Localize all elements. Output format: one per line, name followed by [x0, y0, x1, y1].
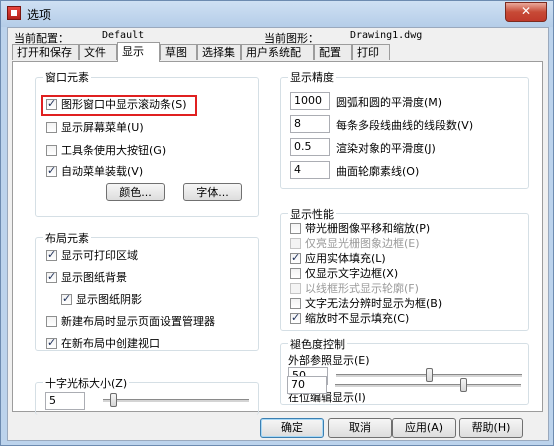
solid-fill-checkbox[interactable]: 应用实体填充(L): [290, 251, 386, 266]
text-boundary-label: 仅显示文字边框(X): [305, 267, 399, 280]
tab-user-preferences[interactable]: 用户系统配置: [241, 44, 314, 75]
page-setup-checkbox[interactable]: 新建布局时显示页面设置管理器: [46, 315, 215, 329]
tab-profiles[interactable]: 配置: [314, 44, 352, 60]
render-smoothness-input[interactable]: 0.5: [290, 138, 330, 156]
raster-pan-zoom-box: [290, 223, 301, 234]
tab-selection[interactable]: 选择集: [197, 44, 241, 60]
auto-menu-checkbox[interactable]: 自动菜单装载(V): [46, 164, 144, 179]
printable-area-label: 显示可打印区域: [61, 249, 138, 262]
paper-background-checkbox[interactable]: 显示图纸背景: [46, 270, 127, 285]
fade-control-title: 褪色度控制: [288, 336, 347, 352]
layout-elements-title: 布局元素: [43, 230, 91, 246]
fonts-button[interactable]: 字体...: [183, 183, 242, 201]
crosshair-slider-thumb[interactable]: [109, 393, 117, 407]
polyline-segments-label: 每条多段线曲线的线段数(V): [336, 119, 474, 132]
window-elements-title: 窗口元素: [43, 69, 91, 85]
paper-shadow-box: [61, 292, 72, 306]
create-viewport-box: [46, 336, 57, 350]
dialog-body: 当前配置： Default 当前图形： Drawing1.dwg 打开和保存 文…: [7, 27, 549, 441]
colors-button[interactable]: 颜色...: [106, 183, 165, 201]
xref-fade-label: 外部参照显示(E): [288, 354, 370, 367]
apply-button[interactable]: 应用(A): [392, 418, 456, 438]
close-button[interactable]: ✕: [505, 2, 547, 22]
raster-frame-label: 仅亮显光栅图象边框(E): [305, 237, 420, 250]
auto-menu-box: [46, 164, 57, 178]
ok-button[interactable]: 确定: [260, 418, 324, 438]
display-resolution-title: 显示精度: [288, 69, 336, 85]
contour-lines-label: 曲面轮廓素线(O): [336, 165, 420, 178]
screen-menu-checkbox[interactable]: 显示屏幕菜单(U): [46, 121, 144, 135]
solid-fill-box: [290, 251, 301, 265]
inplace-fade-input[interactable]: 70: [287, 376, 327, 394]
paper-shadow-label: 显示图纸阴影: [76, 293, 142, 306]
arc-smoothness-input[interactable]: 1000: [290, 92, 330, 110]
display-performance-title: 显示性能: [288, 206, 336, 222]
xref-fade-slider-thumb[interactable]: [425, 368, 433, 382]
screen-menu-box: [46, 122, 57, 133]
title-bar[interactable]: 选项 ✕: [1, 1, 553, 27]
arc-smoothness-label: 圆弧和圆的平滑度(M): [336, 96, 443, 109]
page-setup-label: 新建布局时显示页面设置管理器: [61, 315, 215, 328]
app-icon: [7, 6, 21, 20]
crosshair-size-input[interactable]: 5: [45, 392, 85, 410]
zoom-no-fill-label: 缩放时不显示填充(C): [305, 312, 410, 325]
zoom-no-fill-box: [290, 311, 301, 325]
scrollbars-label: 图形窗口中显示滚动条(S): [61, 98, 187, 111]
paper-shadow-checkbox[interactable]: 显示图纸阴影: [61, 292, 142, 307]
window-title: 选项: [27, 8, 52, 22]
polyline-segments-input[interactable]: 8: [290, 115, 330, 133]
contour-lines-input[interactable]: 4: [290, 161, 330, 179]
paper-background-box: [46, 270, 57, 284]
page-setup-box: [46, 316, 57, 327]
paper-background-label: 显示图纸背景: [61, 271, 127, 284]
tab-display[interactable]: 显示: [117, 42, 160, 62]
help-button[interactable]: 帮助(H): [459, 418, 523, 438]
crosshair-title: 十字光标大小(Z): [43, 375, 130, 391]
crosshair-slider-track[interactable]: [103, 399, 249, 403]
tab-open-save[interactable]: 打开和保存: [12, 44, 79, 60]
inplace-fade-slider-track[interactable]: [335, 384, 521, 388]
large-buttons-box: [46, 145, 57, 156]
silhouette-label: 以线框形式显示轮廓(F): [305, 282, 419, 295]
tab-files[interactable]: 文件: [79, 44, 117, 60]
current-drawing-value: Drawing1.dwg: [350, 30, 423, 41]
text-as-box-box: [290, 298, 301, 309]
solid-fill-label: 应用实体填充(L): [305, 252, 386, 265]
raster-frame-checkbox: 仅亮显光栅图象边框(E): [290, 237, 420, 251]
screen-menu-label: 显示屏幕菜单(U): [61, 121, 144, 134]
raster-pan-zoom-label: 带光栅图像平移和缩放(P): [305, 222, 431, 235]
silhouette-checkbox: 以线框形式显示轮廓(F): [290, 282, 419, 296]
text-as-box-checkbox[interactable]: 文字无法分辨时显示为框(B): [290, 297, 442, 311]
render-smoothness-label: 渲染对象的平滑度(J): [336, 142, 436, 155]
zoom-no-fill-checkbox[interactable]: 缩放时不显示填充(C): [290, 311, 410, 326]
large-buttons-label: 工具条使用大按钮(G): [61, 144, 167, 157]
create-viewport-checkbox[interactable]: 在新布局中创建视口: [46, 336, 160, 351]
current-profile-value: Default: [102, 30, 145, 41]
cancel-button[interactable]: 取消: [328, 418, 392, 438]
scrollbars-box: [46, 97, 57, 111]
text-as-box-label: 文字无法分辨时显示为框(B): [305, 297, 443, 310]
display-tab-panel: 窗口元素 图形窗口中显示滚动条(S) 显示屏幕菜单(U) 工具条使用大按钮(G)…: [12, 61, 543, 415]
printable-area-box: [46, 248, 57, 262]
silhouette-box: [290, 283, 301, 294]
tab-plot[interactable]: 打印: [352, 44, 390, 60]
auto-menu-label: 自动菜单装载(V): [61, 165, 144, 178]
options-dialog: 选项 ✕ 当前配置： Default 当前图形： Drawing1.dwg 打开…: [0, 0, 554, 446]
large-buttons-checkbox[interactable]: 工具条使用大按钮(G): [46, 144, 166, 158]
scrollbars-checkbox[interactable]: 图形窗口中显示滚动条(S): [46, 97, 187, 112]
create-viewport-label: 在新布局中创建视口: [61, 337, 160, 350]
printable-area-checkbox[interactable]: 显示可打印区域: [46, 248, 138, 263]
raster-pan-zoom-checkbox[interactable]: 带光栅图像平移和缩放(P): [290, 222, 430, 236]
tab-drafting[interactable]: 草图: [160, 44, 197, 60]
raster-frame-box: [290, 238, 301, 249]
text-boundary-checkbox[interactable]: 仅显示文字边框(X): [290, 267, 398, 281]
text-boundary-box: [290, 268, 301, 279]
inplace-fade-slider-thumb[interactable]: [460, 378, 468, 392]
